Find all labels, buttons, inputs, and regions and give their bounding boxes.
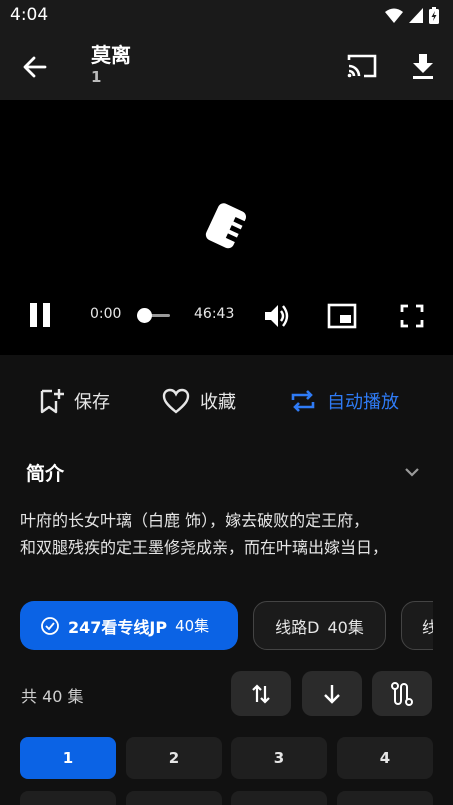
route-button[interactable] <box>372 671 432 716</box>
download-button[interactable] <box>410 52 436 80</box>
picture-in-picture-button[interactable] <box>327 303 357 329</box>
cast-icon <box>346 52 378 80</box>
episode-grid: 1 2 3 4 <box>20 737 433 805</box>
page-title: 莫离 <box>91 43 131 67</box>
back-arrow-icon <box>20 52 50 82</box>
favorite-button[interactable]: 收藏 <box>162 378 236 424</box>
episode-subtitle: 1 <box>91 68 102 86</box>
player-controls: 0:00 46:43 <box>0 296 453 336</box>
intro-text: 叶府的长女叶璃（白鹿 饰），嫁去破败的定王府， 和双腿残疾的定王墨修尧成亲，而在… <box>20 507 433 561</box>
heart-icon <box>162 388 190 414</box>
episode-button[interactable]: 2 <box>126 737 222 779</box>
pause-button[interactable] <box>28 302 52 328</box>
source-label: 线路D <box>275 617 320 637</box>
save-label: 保存 <box>74 392 110 413</box>
episode-button[interactable] <box>126 791 222 805</box>
status-icons <box>385 7 439 24</box>
intro-line: 叶府的长女叶璃（白鹿 饰），嫁去破败的定王府， <box>20 511 370 530</box>
volume-button[interactable] <box>263 302 291 330</box>
autoplay-button[interactable]: 自动播放 <box>289 378 399 424</box>
back-button[interactable] <box>20 52 50 82</box>
source-label: 线 <box>422 617 433 637</box>
source-count: 40集 <box>175 617 210 635</box>
save-button[interactable]: 保存 <box>38 378 110 424</box>
video-logo-icon <box>200 200 252 256</box>
source-label: 247看专线JP <box>68 617 168 637</box>
sort-button[interactable] <box>231 671 291 716</box>
bookmark-add-icon <box>38 387 64 415</box>
source-list: 247看专线JP 40集 线路D 40集 线 <box>20 601 433 651</box>
current-time: 0:00 <box>90 306 122 322</box>
episode-count: 共 40 集 <box>21 687 84 706</box>
source-chip-active[interactable]: 247看专线JP 40集 <box>20 601 238 650</box>
battery-icon <box>429 7 439 24</box>
episode-button[interactable]: 4 <box>337 737 433 779</box>
episodes-toolbar: 共 40 集 <box>0 671 453 717</box>
autoplay-label: 自动播放 <box>327 392 399 413</box>
pip-icon <box>327 303 357 329</box>
pause-icon <box>28 302 52 328</box>
source-chip[interactable]: 线 <box>401 601 433 650</box>
volume-icon <box>263 302 291 330</box>
status-bar: 4:04 <box>0 0 453 32</box>
signal-icon <box>409 8 423 23</box>
intro-header: 简介 <box>26 463 65 485</box>
sort-swap-icon <box>249 682 273 706</box>
chevron-down-icon <box>402 462 422 482</box>
fullscreen-icon <box>400 304 424 328</box>
total-time: 46:43 <box>194 306 235 322</box>
fullscreen-button[interactable] <box>400 304 424 328</box>
episode-button-active[interactable]: 1 <box>20 737 116 779</box>
action-row: 保存 收藏 自动播放 <box>0 378 453 424</box>
scroll-down-button[interactable] <box>302 671 362 716</box>
favorite-label: 收藏 <box>200 392 236 413</box>
route-icon <box>389 681 415 707</box>
check-circle-icon <box>40 616 60 636</box>
repeat-icon <box>289 388 317 414</box>
seek-thumb[interactable] <box>137 308 152 323</box>
episode-button[interactable] <box>231 791 327 805</box>
intro-line: 和双腿残疾的定王墨修尧成亲，而在叶璃出嫁当日， <box>20 538 389 557</box>
source-count: 40集 <box>327 617 364 637</box>
source-chip[interactable]: 线路D 40集 <box>253 601 386 650</box>
episode-button[interactable]: 3 <box>231 737 327 779</box>
title-block: 莫离 1 <box>91 42 131 86</box>
intro-expand-button[interactable] <box>402 462 422 482</box>
download-icon <box>410 52 436 80</box>
status-time: 4:04 <box>10 5 49 25</box>
app-bar: 莫离 1 <box>0 32 453 100</box>
episode-button[interactable] <box>337 791 433 805</box>
wifi-icon <box>385 8 403 23</box>
episode-button[interactable] <box>20 791 116 805</box>
cast-button[interactable] <box>346 52 378 80</box>
arrow-down-icon <box>320 682 344 706</box>
